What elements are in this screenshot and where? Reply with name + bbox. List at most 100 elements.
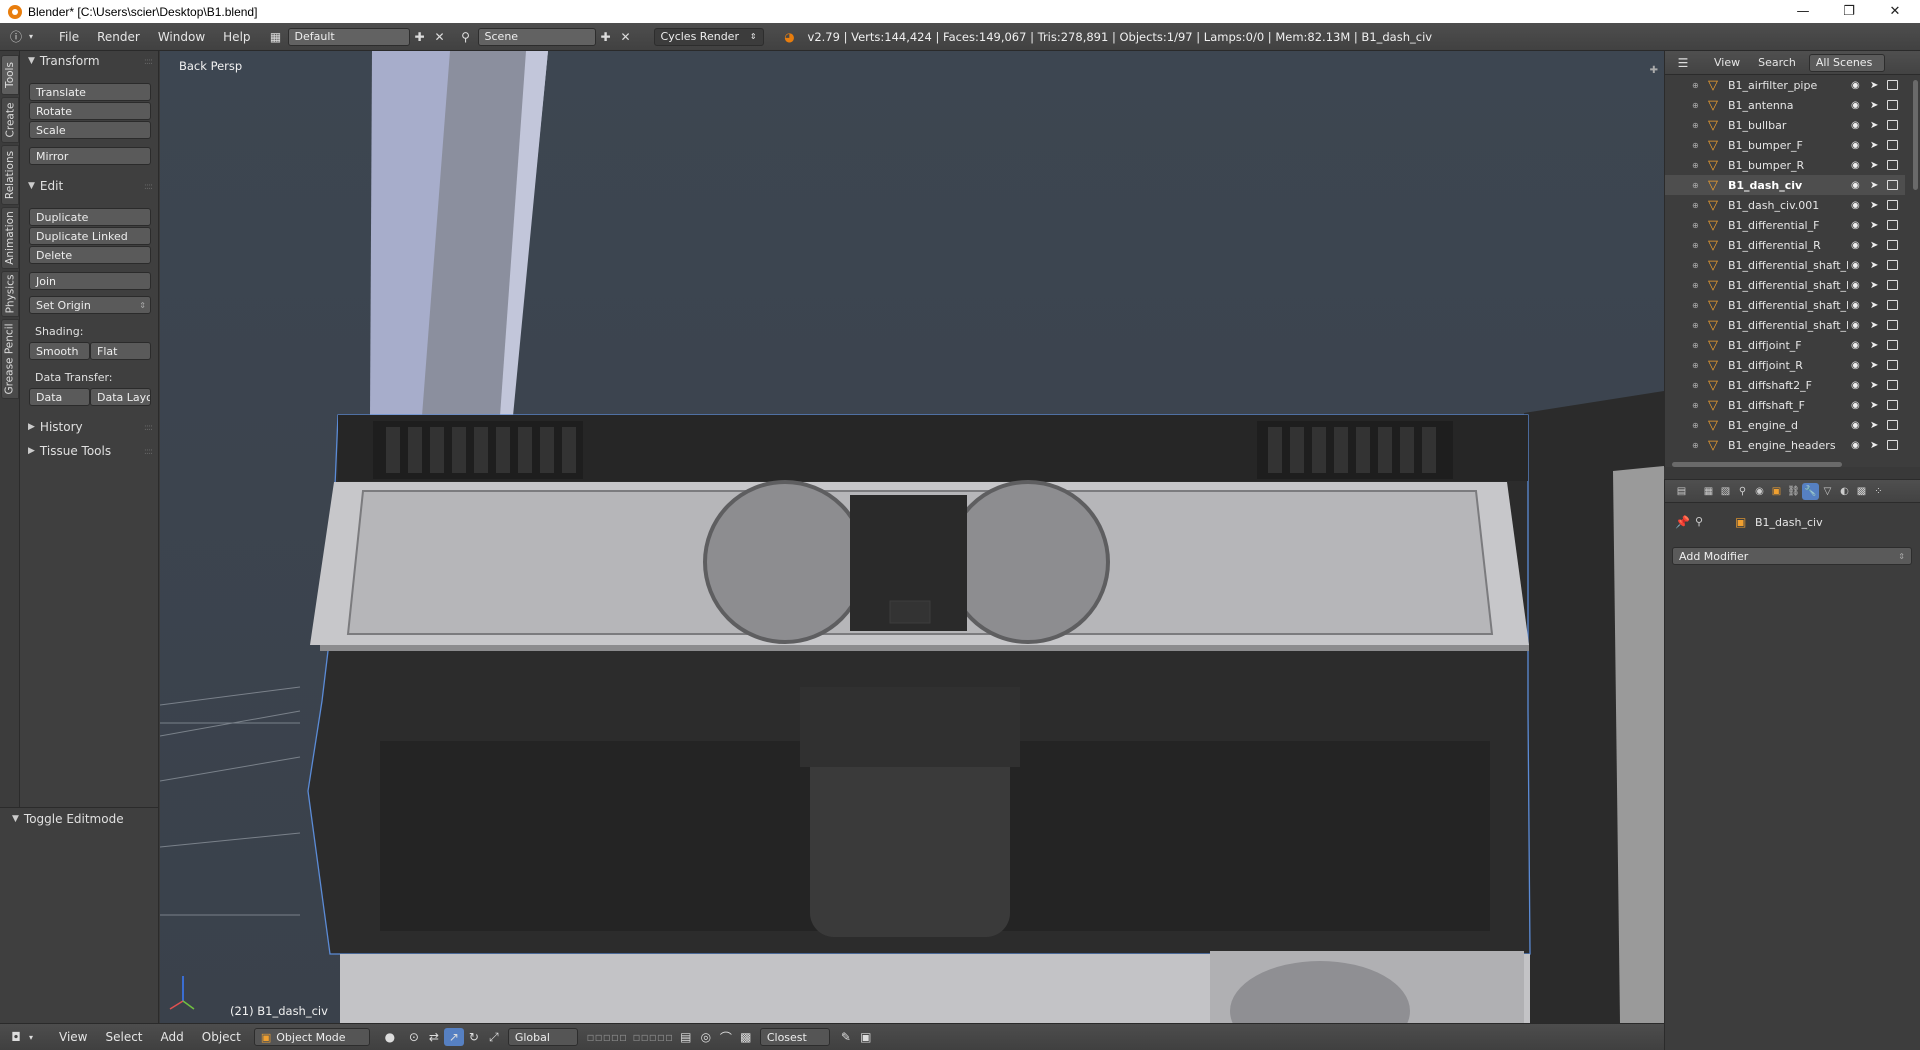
viewport-plus-corner-icon[interactable]: ✚	[1650, 65, 1658, 76]
opengl-render-icon[interactable]: ✎	[836, 1028, 856, 1046]
expand-toggle-icon[interactable]: ⊕	[1692, 261, 1699, 270]
expand-toggle-icon[interactable]: ⊕	[1692, 241, 1699, 250]
visibility-eye-icon[interactable]: ◉	[1851, 400, 1865, 411]
outliner-item[interactable]: ⊕ ▽ B1_engine_headers ◉ ➤	[1665, 435, 1905, 455]
history-panel-header[interactable]: ▶ History	[28, 420, 83, 434]
outliner-item[interactable]: ⊕ ▽ B1_differential_shaft_Fl ◉ ➤	[1665, 275, 1905, 295]
delete-button[interactable]: Delete	[29, 246, 151, 264]
delete-scene-icon[interactable]: ✕	[616, 28, 636, 46]
editor-type-dropdown-arrow-icon[interactable]: ▾	[26, 1028, 36, 1046]
outliner-item-name[interactable]: B1_engine_d	[1728, 419, 1848, 432]
translate-manipulator-icon[interactable]: ↗	[443, 1028, 464, 1046]
selectability-cursor-icon[interactable]: ➤	[1870, 260, 1878, 271]
data-transfer-button[interactable]: Data	[29, 388, 90, 406]
outliner-item[interactable]: ⊕ ▽ B1_diffjoint_F ◉ ➤	[1665, 335, 1905, 355]
selectability-cursor-icon[interactable]: ➤	[1870, 400, 1878, 411]
visibility-eye-icon[interactable]: ◉	[1851, 100, 1865, 111]
display-mode-dropdown[interactable]: All Scenes	[1808, 53, 1885, 72]
menu-view[interactable]: View	[50, 1030, 96, 1044]
rotate-manipulator-icon[interactable]: ↻	[464, 1028, 484, 1046]
pin-icon[interactable]: 📌	[1675, 515, 1690, 529]
outliner-item[interactable]: ⊕ ▽ B1_differential_F ◉ ➤	[1665, 215, 1905, 235]
selectability-cursor-icon[interactable]: ➤	[1870, 420, 1878, 431]
expand-toggle-icon[interactable]: ⊕	[1692, 161, 1699, 170]
outliner-item-name[interactable]: B1_airfilter_pipe	[1728, 79, 1848, 92]
visibility-eye-icon[interactable]: ◉	[1851, 320, 1865, 331]
drag-handle-icon[interactable]: ::::	[144, 423, 153, 433]
shade-smooth-button[interactable]: Smooth	[29, 342, 90, 360]
renderability-camera-icon[interactable]	[1887, 80, 1898, 90]
set-origin-dropdown[interactable]: Set Origin ⇕	[29, 296, 151, 314]
minimize-button[interactable]: —	[1780, 0, 1826, 23]
outliner-item[interactable]: ⊕ ▽ B1_differential_shaft_Rl ◉ ➤	[1665, 295, 1905, 315]
tab-tools[interactable]: Tools	[1, 55, 19, 95]
selectability-cursor-icon[interactable]: ➤	[1870, 300, 1878, 311]
visibility-eye-icon[interactable]: ◉	[1851, 140, 1865, 151]
visibility-eye-icon[interactable]: ◉	[1851, 380, 1865, 391]
outliner-item-name[interactable]: B1_engine_headers	[1728, 439, 1848, 452]
visibility-eye-icon[interactable]: ◉	[1851, 300, 1865, 311]
outliner-menu-view[interactable]: View	[1705, 56, 1749, 69]
outliner-item-name[interactable]: B1_bumper_F	[1728, 139, 1848, 152]
translate-button[interactable]: Translate	[29, 83, 151, 101]
visibility-eye-icon[interactable]: ◉	[1851, 260, 1865, 271]
outliner-item[interactable]: ⊕ ▽ B1_diffshaft_F ◉ ➤	[1665, 395, 1905, 415]
world-tab-icon[interactable]: ◉	[1751, 483, 1768, 500]
expand-toggle-icon[interactable]: ⊕	[1692, 201, 1699, 210]
scene-icon[interactable]: ⚲	[456, 28, 476, 46]
selectability-cursor-icon[interactable]: ➤	[1870, 440, 1878, 451]
drag-handle-icon[interactable]: ::::	[144, 447, 153, 457]
object-tab-icon[interactable]: ▣	[1768, 483, 1785, 500]
tab-create[interactable]: Create	[1, 97, 19, 143]
mirror-button[interactable]: Mirror	[29, 147, 151, 165]
expand-toggle-icon[interactable]: ⊕	[1692, 441, 1699, 450]
outliner-item[interactable]: ⊕ ▽ B1_dash_civ ◉ ➤	[1665, 175, 1905, 195]
renderability-camera-icon[interactable]	[1887, 380, 1898, 390]
visibility-eye-icon[interactable]: ◉	[1851, 120, 1865, 131]
visibility-eye-icon[interactable]: ◉	[1851, 280, 1865, 291]
tab-physics[interactable]: Physics	[1, 271, 19, 317]
mode-dropdown[interactable]: ▣ Object Mode	[253, 1028, 370, 1046]
outliner-item[interactable]: ⊕ ▽ B1_antenna ◉ ➤	[1665, 95, 1905, 115]
particles-tab-icon[interactable]: ⁘	[1870, 483, 1887, 500]
delete-layout-icon[interactable]: ✕	[430, 28, 450, 46]
render-layers-tab-icon[interactable]: ▧	[1717, 483, 1734, 500]
expand-toggle-icon[interactable]: ⊕	[1692, 141, 1699, 150]
drag-handle-icon[interactable]: ::::	[144, 182, 153, 192]
close-window-button[interactable]: ✕	[1872, 0, 1918, 23]
3d-view-editor-icon[interactable]: ◘	[6, 1028, 26, 1046]
expand-toggle-icon[interactable]: ⊕	[1692, 361, 1699, 370]
outliner-item[interactable]: ⊕ ▽ B1_bumper_R ◉ ➤	[1665, 155, 1905, 175]
menu-add[interactable]: Add	[152, 1030, 193, 1044]
outliner-item-name[interactable]: B1_dash_civ	[1728, 179, 1848, 192]
scene-field[interactable]: Scene	[477, 27, 596, 46]
texture-tab-icon[interactable]: ▩	[1853, 483, 1870, 500]
viewport-shading-icon[interactable]: ●	[380, 1028, 400, 1046]
expand-toggle-icon[interactable]: ⊕	[1692, 301, 1699, 310]
renderability-camera-icon[interactable]	[1887, 100, 1898, 110]
renderability-camera-icon[interactable]	[1887, 240, 1898, 250]
expand-toggle-icon[interactable]: ⊕	[1692, 321, 1699, 330]
outliner-item-name[interactable]: B1_bullbar	[1728, 119, 1848, 132]
selectability-cursor-icon[interactable]: ➤	[1870, 120, 1878, 131]
renderability-camera-icon[interactable]	[1887, 160, 1898, 170]
lock-camera-icon[interactable]: ▤	[676, 1028, 696, 1046]
add-modifier-dropdown[interactable]: Add Modifier ⇕	[1672, 547, 1912, 565]
duplicate-linked-button[interactable]: Duplicate Linked	[29, 227, 151, 245]
renderability-camera-icon[interactable]	[1887, 260, 1898, 270]
selectability-cursor-icon[interactable]: ➤	[1870, 160, 1878, 171]
outliner-item[interactable]: ⊕ ▽ B1_diffjoint_R ◉ ➤	[1665, 355, 1905, 375]
visibility-eye-icon[interactable]: ◉	[1851, 220, 1865, 231]
outliner-item-name[interactable]: B1_antenna	[1728, 99, 1848, 112]
renderability-camera-icon[interactable]	[1887, 340, 1898, 350]
renderability-camera-icon[interactable]	[1887, 180, 1898, 190]
tab-relations[interactable]: Relations	[1, 145, 19, 205]
visibility-eye-icon[interactable]: ◉	[1851, 180, 1865, 191]
selectability-cursor-icon[interactable]: ➤	[1870, 340, 1878, 351]
drag-handle-icon[interactable]: ::::	[144, 57, 153, 67]
layers-row-2-icon[interactable]: ▫▫▫▫▫	[630, 1028, 676, 1046]
render-engine-dropdown[interactable]: Cycles Render ⇕	[653, 27, 764, 46]
visibility-eye-icon[interactable]: ◉	[1851, 240, 1865, 251]
outliner-item[interactable]: ⊕ ▽ B1_bumper_F ◉ ➤	[1665, 135, 1905, 155]
expand-toggle-icon[interactable]: ⊕	[1692, 341, 1699, 350]
